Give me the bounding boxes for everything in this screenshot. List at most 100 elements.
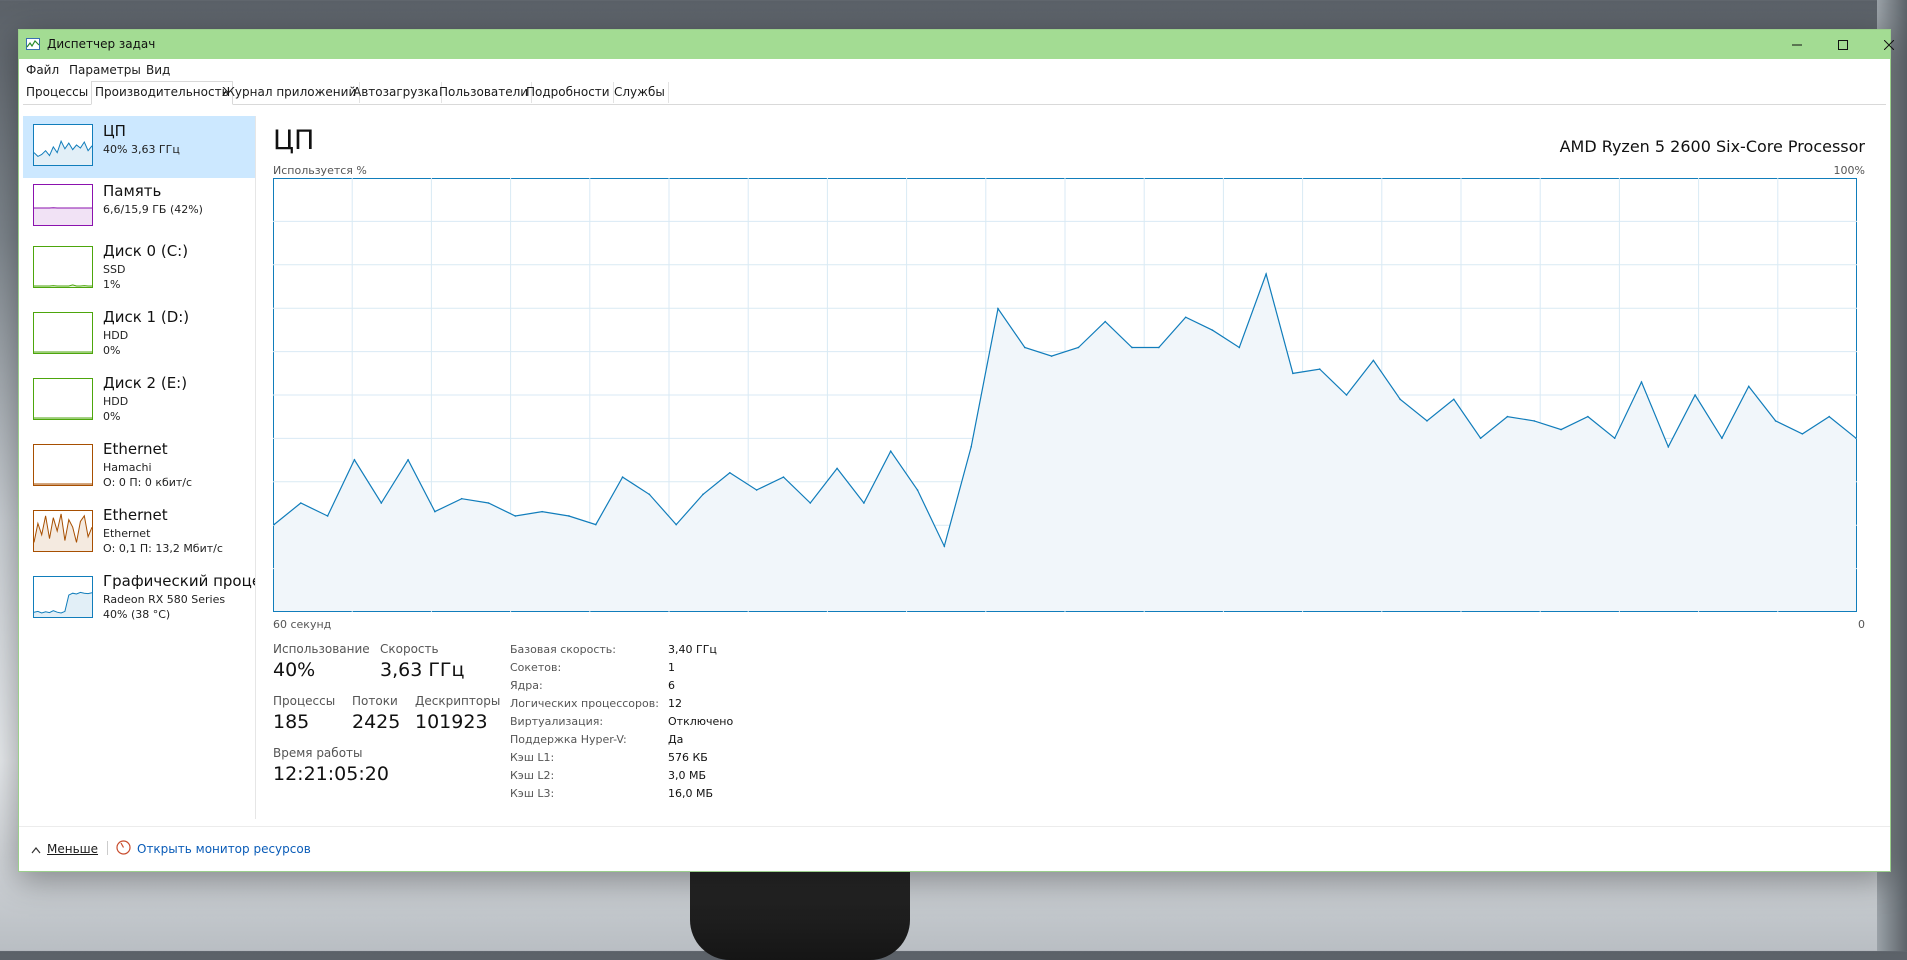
- usage-point: [273, 524, 275, 526]
- usage-point: [997, 308, 999, 310]
- gpu-sparkline: [33, 576, 93, 618]
- tab-strip: Процессы Производительность Журнал прило…: [23, 82, 1886, 105]
- usage-value: 40%: [273, 659, 315, 681]
- resource-sidebar: ЦП 40% 3,63 ГГц Память 6,6/15,9 ГБ (42%)…: [23, 116, 255, 816]
- usage-point: [1399, 399, 1401, 401]
- sidebar-item-disk2[interactable]: Диск 2 (E:) HDD 0%: [23, 368, 255, 430]
- sidebar-item-title: Диск 1 (D:): [103, 308, 189, 326]
- info-key: Кэш L2:: [510, 769, 554, 782]
- info-value: Отключено: [668, 715, 733, 728]
- usage-point: [1265, 273, 1267, 275]
- sidebar-item-ethernet-hamachi[interactable]: Ethernet Hamachi О: 0 П: 0 кбит/с: [23, 434, 255, 496]
- handles-label: Дескрипторы: [415, 694, 500, 708]
- usage-point: [1721, 437, 1723, 439]
- tab-processes[interactable]: Процессы: [23, 82, 92, 103]
- sparkline-line: [34, 285, 92, 286]
- sidebar-item-detail: HDD: [103, 329, 128, 342]
- info-key: Кэш L1:: [510, 751, 554, 764]
- usage-point: [407, 459, 409, 461]
- sidebar-item-disk1[interactable]: Диск 1 (D:) HDD 0%: [23, 302, 255, 364]
- footer-bar: Меньше Открыть монитор ресурсов: [19, 826, 1890, 871]
- disk1-sparkline: [33, 312, 93, 354]
- info-value: 16,0 МБ: [668, 787, 713, 800]
- usage-point: [1158, 347, 1160, 349]
- handles-value: 101923: [415, 711, 488, 733]
- info-value: 3,40 ГГц: [668, 643, 717, 656]
- usage-point: [1802, 433, 1804, 435]
- menu-view[interactable]: Вид: [146, 63, 170, 77]
- tab-performance[interactable]: Производительность: [91, 81, 233, 105]
- maximize-button[interactable]: [1820, 30, 1866, 59]
- usage-point: [300, 502, 302, 504]
- info-value: 6: [668, 679, 675, 692]
- tab-app-history[interactable]: Журнал приложений: [219, 82, 360, 103]
- usage-point: [434, 511, 436, 513]
- sidebar-item-ethernet[interactable]: Ethernet Ethernet О: 0,1 П: 13,2 Мбит/с: [23, 500, 255, 562]
- sparkline-area: [34, 514, 92, 551]
- close-button[interactable]: [1866, 30, 1907, 59]
- cpu-detail-panel: ЦП AMD Ryzen 5 2600 Six-Core Processor И…: [256, 116, 1890, 826]
- sparkline-area: [34, 208, 92, 225]
- x-axis-label: 60 секунд: [273, 618, 331, 631]
- sidebar-item-title: Диск 2 (E:): [103, 374, 187, 392]
- usage-point: [729, 472, 731, 474]
- info-key: Виртуализация:: [510, 715, 603, 728]
- usage-point: [488, 502, 490, 504]
- minimize-button[interactable]: [1774, 30, 1820, 59]
- usage-point: [1587, 416, 1589, 418]
- cpu-info-table: Базовая скорость: 3,40 ГГц Сокетов: 1 Яд…: [510, 643, 770, 813]
- open-resource-monitor-link[interactable]: Открыть монитор ресурсов: [137, 842, 311, 856]
- sidebar-item-memory[interactable]: Память 6,6/15,9 ГБ (42%): [23, 176, 255, 238]
- usage-point: [917, 489, 919, 491]
- disk2-sparkline: [33, 378, 93, 420]
- usage-point: [1051, 355, 1053, 357]
- speed-label: Скорость: [380, 642, 439, 656]
- uptime-value: 12:21:05:20: [273, 763, 389, 785]
- sidebar-item-title: Ethernet: [103, 506, 168, 524]
- tab-startup[interactable]: Автозагрузка: [350, 82, 442, 103]
- threads-label: Потоки: [352, 694, 398, 708]
- page-title: ЦП: [273, 125, 314, 156]
- usage-point: [1480, 437, 1482, 439]
- usage-point: [1668, 446, 1670, 448]
- menu-bar: Файл Параметры Вид: [19, 59, 1890, 79]
- sidebar-item-usage: 0%: [103, 344, 120, 357]
- tab-services[interactable]: Службы: [611, 82, 669, 103]
- usage-point: [1292, 373, 1294, 375]
- usage-point: [622, 476, 624, 478]
- sidebar-item-title: Ethernet: [103, 440, 168, 458]
- sidebar-item-gpu[interactable]: Графический процес Radeon RX 580 Series …: [23, 566, 255, 628]
- chevron-up-icon: [31, 846, 41, 854]
- usage-point: [1748, 386, 1750, 388]
- usage-point: [1185, 316, 1187, 318]
- window-title: Диспетчер задач: [47, 37, 155, 51]
- info-key: Поддержка Hyper-V:: [510, 733, 627, 746]
- title-bar[interactable]: Диспетчер задач: [19, 30, 1890, 59]
- usage-point: [541, 511, 543, 513]
- usage-point: [783, 476, 785, 478]
- sidebar-item-detail: Hamachi: [103, 461, 152, 474]
- menu-file[interactable]: Файл: [26, 63, 59, 77]
- fewer-details-button[interactable]: Меньше: [31, 842, 98, 856]
- task-manager-icon: [26, 38, 40, 50]
- background-figure: [690, 860, 910, 960]
- task-manager-window: Диспетчер задач Файл Параметры Вид Проце…: [18, 29, 1891, 872]
- sidebar-item-disk0[interactable]: Диск 0 (C:) SSD 1%: [23, 236, 255, 298]
- sidebar-item-cpu[interactable]: ЦП 40% 3,63 ГГц: [23, 116, 255, 178]
- y-min-label: 0: [1858, 618, 1865, 631]
- usage-point: [1453, 399, 1455, 401]
- sidebar-item-usage: 1%: [103, 278, 120, 291]
- usage-point: [1614, 437, 1616, 439]
- minimize-icon: [1792, 40, 1802, 50]
- usage-point: [809, 502, 811, 504]
- resource-monitor-icon: [116, 840, 131, 855]
- usage-point: [515, 515, 517, 517]
- menu-options[interactable]: Параметры: [69, 63, 141, 77]
- tab-users[interactable]: Пользователи: [436, 82, 532, 103]
- usage-point: [1507, 416, 1509, 418]
- tab-details[interactable]: Подробности: [523, 82, 614, 103]
- usage-point: [1426, 420, 1428, 422]
- sidebar-item-detail: HDD: [103, 395, 128, 408]
- info-value: 1: [668, 661, 675, 674]
- cpu-usage-graph: [273, 178, 1857, 612]
